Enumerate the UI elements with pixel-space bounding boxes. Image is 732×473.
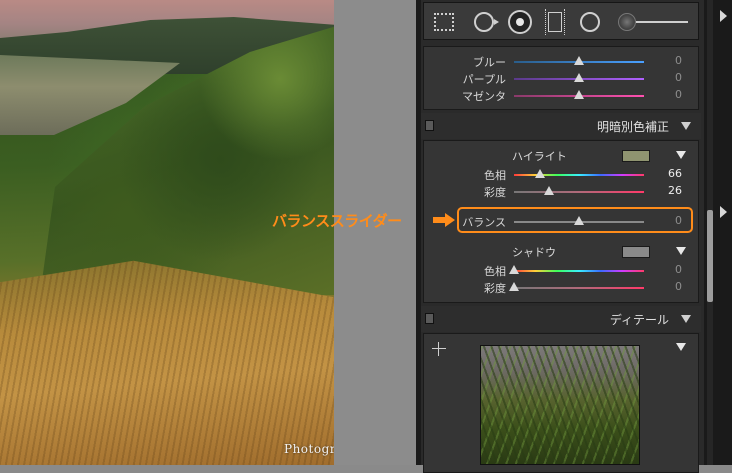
slider-label: ブルー xyxy=(473,56,506,69)
blue-slider-thumb[interactable] xyxy=(574,56,584,65)
detail-header[interactable]: ディテール xyxy=(421,306,701,332)
hsl-section: ブルー 0 パープル 0 マゼンタ 0 xyxy=(423,46,699,110)
callout-label: バランススライダー xyxy=(272,213,402,230)
panel-scrollbar-thumb[interactable] xyxy=(707,210,713,302)
slider-value[interactable]: 0 xyxy=(675,71,682,84)
callout-arrow-icon xyxy=(433,213,455,227)
highlight-hue-row: 色相 66 xyxy=(424,167,700,183)
slider-label: 色相 xyxy=(484,169,506,182)
highlight-saturation-row: 彩度 26 xyxy=(424,184,700,200)
purple-slider-thumb[interactable] xyxy=(574,73,584,82)
chevron-down-icon[interactable] xyxy=(681,315,691,323)
highlight-subhead: ハイライト xyxy=(424,148,700,164)
split-toning-header[interactable]: 明暗別色補正 xyxy=(421,113,701,139)
canvas-gap xyxy=(334,0,416,465)
section-title: ディテール xyxy=(609,313,669,327)
magenta-slider-thumb[interactable] xyxy=(574,90,584,99)
target-crosshair-icon[interactable] xyxy=(432,342,446,356)
highlight-picker-arrow-icon[interactable] xyxy=(676,151,686,159)
slider-value[interactable]: 0 xyxy=(675,280,682,293)
highlight-title: ハイライト xyxy=(512,150,567,163)
shadow-subhead: シャドウ xyxy=(424,244,700,260)
tool-strip xyxy=(423,2,699,40)
slider-value[interactable]: 0 xyxy=(675,54,682,67)
slider-label: 色相 xyxy=(484,265,506,278)
red-eye-icon[interactable] xyxy=(508,10,532,34)
slider-value[interactable]: 26 xyxy=(668,184,682,197)
slider-label: 彩度 xyxy=(484,282,506,295)
slider-value[interactable]: 0 xyxy=(675,263,682,276)
highlight-hue-thumb[interactable] xyxy=(535,169,545,178)
hsl-row-purple: パープル 0 xyxy=(424,71,700,87)
slider-value[interactable]: 0 xyxy=(675,88,682,101)
panel-collapse-arrow-icon[interactable] xyxy=(720,10,727,22)
highlight-hue-track[interactable] xyxy=(514,174,644,176)
shadow-hue-thumb[interactable] xyxy=(509,265,519,274)
chevron-down-icon[interactable] xyxy=(681,122,691,130)
panel-side-arrow-icon[interactable] xyxy=(720,206,727,218)
hsl-row-blue: ブルー 0 xyxy=(424,54,700,70)
adjustment-brush-icon[interactable] xyxy=(618,13,636,31)
shadow-picker-arrow-icon[interactable] xyxy=(676,247,686,255)
slider-label: 彩度 xyxy=(484,186,506,199)
shadow-saturation-thumb[interactable] xyxy=(509,282,519,291)
shadow-hue-row: 色相 0 xyxy=(424,263,700,279)
spot-removal-arrow-icon xyxy=(494,19,499,25)
highlight-color-swatch[interactable] xyxy=(622,150,650,162)
slider-value[interactable]: 66 xyxy=(668,167,682,180)
panel-toggle-switch[interactable] xyxy=(425,120,434,131)
panel-toggle-switch[interactable] xyxy=(425,313,434,324)
graduated-filter-icon[interactable] xyxy=(545,9,565,35)
shadow-hue-track[interactable] xyxy=(514,270,644,272)
shadow-saturation-row: 彩度 0 xyxy=(424,280,700,296)
spot-removal-icon[interactable] xyxy=(474,12,494,32)
highlight-saturation-thumb[interactable] xyxy=(544,186,555,195)
shadow-saturation-track[interactable] xyxy=(514,287,644,289)
slider-label: パープル xyxy=(462,73,506,86)
panel-edge xyxy=(416,0,421,465)
photo-canvas[interactable] xyxy=(0,0,334,465)
slider-label: マゼンタ xyxy=(462,90,506,103)
section-title: 明暗別色補正 xyxy=(596,120,669,134)
shadow-title: シャドウ xyxy=(512,246,556,259)
hsl-row-magenta: マゼンタ 0 xyxy=(424,88,700,104)
callout-highlight-box xyxy=(457,207,693,233)
radial-filter-icon[interactable] xyxy=(580,12,600,32)
adjustment-brush-line xyxy=(636,21,688,23)
shadow-color-swatch[interactable] xyxy=(622,246,650,258)
detail-preview-arrow-icon[interactable] xyxy=(676,343,686,351)
detail-preview-image[interactable] xyxy=(480,345,640,465)
crop-overlay-icon[interactable] xyxy=(434,13,454,31)
highlight-saturation-track[interactable] xyxy=(514,191,644,193)
